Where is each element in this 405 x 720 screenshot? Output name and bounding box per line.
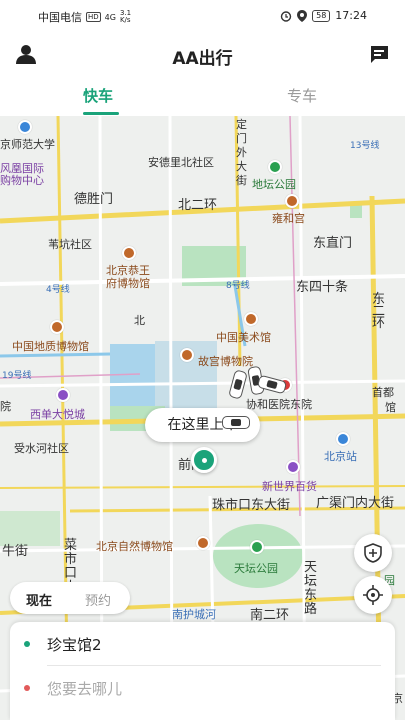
- map-label: 4号线: [46, 285, 70, 295]
- map-label: 新世界百货: [262, 480, 317, 493]
- map-label: 街: [236, 174, 247, 187]
- message-icon[interactable]: [367, 42, 391, 66]
- map-label: 南护城河: [172, 608, 216, 621]
- map-label: 北京站: [324, 450, 357, 463]
- map-label: 环: [372, 316, 386, 331]
- poi-marker: [268, 160, 282, 174]
- map-label: 故宫博物院: [198, 355, 253, 368]
- map-label: 中国地质博物馆: [12, 340, 89, 353]
- now-option[interactable]: 现在: [26, 590, 52, 609]
- map-label: 北京自然博物馆: [96, 540, 173, 553]
- map-label: 珠市口东大街: [212, 498, 291, 513]
- battery-indicator: 58: [312, 9, 331, 22]
- ride-type-tabs: 快车 专车: [0, 76, 405, 116]
- map-label: 地坛公园: [252, 178, 296, 191]
- map-label: 东直门: [313, 236, 353, 251]
- map-label: 广渠门内大街: [316, 496, 395, 511]
- poi-marker: [250, 540, 264, 554]
- origin-text: 珍宝馆2: [47, 636, 102, 654]
- active-tab-indicator: [83, 112, 119, 115]
- map-label: 雍和宫: [272, 212, 305, 225]
- time-toggle: 现在 预约: [10, 582, 130, 614]
- safety-button[interactable]: [354, 534, 392, 572]
- map-label: 路: [304, 602, 318, 617]
- alarm-icon: [280, 10, 292, 22]
- map-label: 8号线: [226, 281, 250, 291]
- network-type: 4G: [104, 12, 116, 22]
- map-label: 德胜门: [74, 192, 114, 207]
- map-label: 西单大悦城: [30, 408, 85, 421]
- origin-row[interactable]: 珍宝馆2: [10, 622, 395, 666]
- map-label: 京师范大学: [0, 138, 55, 151]
- map-label: 府博物馆: [106, 277, 150, 290]
- location-status-icon: [297, 9, 308, 22]
- tab-premium[interactable]: 专车: [287, 85, 317, 106]
- hd-badge: HD: [86, 12, 101, 22]
- poi-marker: [122, 246, 136, 260]
- poi-marker: [180, 348, 194, 362]
- tab-express[interactable]: 快车: [83, 85, 113, 106]
- locate-button[interactable]: [354, 576, 392, 614]
- map-label: 19号线: [2, 371, 32, 381]
- poi-marker: [50, 320, 64, 334]
- map-label: 牛街: [2, 544, 29, 559]
- destination-dot: [24, 685, 30, 691]
- poi-marker: [336, 432, 350, 446]
- app-header: AA出行: [0, 32, 405, 76]
- poi-marker: [286, 460, 300, 474]
- pickup-pin-icon[interactable]: [191, 447, 217, 473]
- carrier-name: 中国电信: [38, 11, 82, 24]
- clock: 17:24: [335, 9, 367, 22]
- map-label: 天坛公园: [234, 562, 278, 575]
- destination-row[interactable]: 您要去哪儿: [10, 666, 395, 710]
- poi-marker: [285, 194, 299, 208]
- network-speed: 3.1 K/s: [119, 9, 132, 24]
- map-label: 南二环: [250, 608, 290, 623]
- map-label: 受水河社区: [14, 442, 69, 455]
- destination-input[interactable]: 您要去哪儿: [47, 678, 122, 699]
- origin-dot: [24, 641, 30, 647]
- map-label: 北二环: [178, 198, 218, 213]
- car-icon: [222, 416, 250, 429]
- map-label: 协和医院东院: [246, 398, 312, 411]
- map-label: 13号线: [350, 141, 380, 151]
- poi-marker: [244, 312, 258, 326]
- shield-plus-icon: [364, 543, 382, 563]
- map-label: 院: [0, 400, 11, 413]
- map-label: 首都: [372, 386, 394, 399]
- map-label: 北: [134, 314, 145, 327]
- map-label: 馆: [385, 401, 396, 414]
- map-label: 购物中心: [0, 174, 44, 187]
- map-label: 安德里北社区: [148, 156, 214, 169]
- poi-marker: [56, 388, 70, 402]
- schedule-option[interactable]: 预约: [85, 590, 111, 609]
- trip-card: 珍宝馆2 您要去哪儿: [10, 622, 395, 720]
- poi-marker: [18, 120, 32, 134]
- poi-marker: [196, 536, 210, 550]
- map-label: 中国美术馆: [216, 331, 271, 344]
- crosshair-icon: [363, 585, 383, 605]
- map-label: 东四十条: [296, 280, 349, 295]
- map-label: 苇坑社区: [48, 238, 92, 251]
- app-title: AA出行: [172, 49, 233, 69]
- status-bar: 中国电信 HD 4G 3.1 K/s 58 17:24: [0, 0, 405, 32]
